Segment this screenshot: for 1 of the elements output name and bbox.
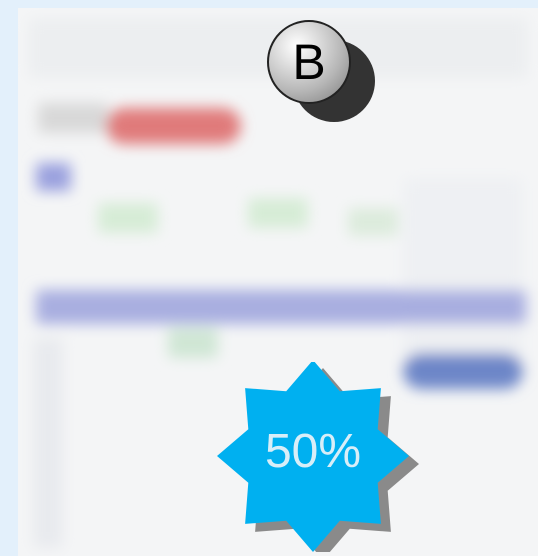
- discount-label: 50%: [264, 428, 362, 476]
